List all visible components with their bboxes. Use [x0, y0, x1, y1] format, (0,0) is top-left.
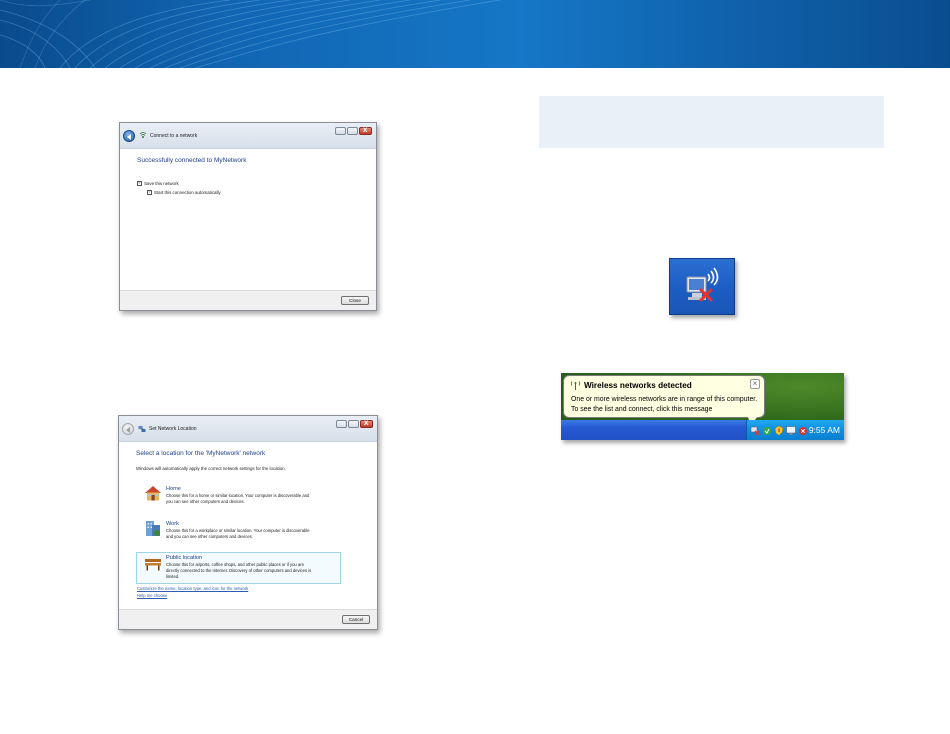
network-location-dialog: Set Network Location Select a location f…	[118, 415, 378, 630]
xp-desktop-screenshot: Wireless networks detected × One or more…	[561, 373, 844, 440]
banner-wave-graphic	[0, 0, 501, 68]
balloon-line: One or more wireless networks are in ran…	[571, 396, 758, 403]
network-location-icon	[138, 426, 146, 432]
save-network-label: Save this network	[144, 181, 179, 186]
option-desc-line2: you can see other computers and devices.	[166, 499, 245, 504]
system-tray: 9:55 AM	[746, 420, 844, 440]
save-network-checkbox[interactable]	[137, 180, 142, 186]
dialog-footer: Close	[120, 290, 376, 310]
option-desc-line1: Choose this for a home or similar locati…	[166, 493, 310, 498]
option-desc-line2: directly connected to the Internet. Disc…	[166, 568, 312, 573]
dialog-heading: Successfully connected to MyNetwork	[137, 157, 247, 164]
back-arrow-icon[interactable]	[122, 423, 134, 435]
network-status-icon[interactable]	[762, 425, 772, 436]
alert-icon[interactable]	[798, 425, 808, 436]
dialog-titlebar: Set Network Location	[119, 416, 377, 442]
wireless-network-icon[interactable]	[750, 425, 760, 436]
maximize-button[interactable]	[348, 420, 359, 428]
option-title: Home	[166, 486, 181, 492]
option-desc-line1: Choose this for airports, coffee shops, …	[166, 562, 304, 567]
monitor-icon[interactable]	[786, 425, 796, 436]
balloon-message: One or more wireless networks are in ran…	[571, 395, 757, 414]
option-desc-line3: limited.	[166, 574, 180, 579]
taskbar-clock: 9:55 AM	[808, 425, 840, 435]
office-building-icon	[146, 521, 160, 536]
auto-connect-label: Start this connection automatically	[154, 190, 221, 195]
balloon-title: Wireless networks detected	[584, 381, 692, 390]
auto-connect-checkbox[interactable]	[147, 189, 152, 195]
close-window-button[interactable]	[359, 125, 372, 135]
option-desc-line2: and you can see other computers and devi…	[166, 534, 253, 539]
back-arrow-icon[interactable]	[123, 130, 135, 142]
header-banner	[0, 0, 950, 68]
close-window-button[interactable]	[360, 418, 373, 428]
dialog-title: Set Network Location	[149, 426, 197, 432]
option-desc-line1: Choose this for a workplace or similar l…	[166, 528, 310, 533]
help-me-choose-link[interactable]: Help me choose	[137, 593, 167, 598]
wireless-balloon-notification[interactable]: Wireless networks detected × One or more…	[563, 375, 765, 418]
minimize-button[interactable]	[335, 127, 346, 135]
customize-network-link[interactable]: Customize the name, location type, and i…	[137, 586, 248, 591]
dialog-heading: Select a location for the 'MyNetwork' ne…	[136, 450, 266, 457]
wireless-disconnected-tray-icon	[669, 258, 735, 315]
balloon-line: To see the list and connect, click this …	[571, 405, 713, 413]
note-box	[539, 96, 884, 148]
dialog-titlebar: Connect to a network	[120, 123, 376, 149]
dialog-footer: Cancel	[119, 609, 377, 629]
dialog-intro: Windows will automatically apply the cor…	[136, 466, 286, 471]
wireless-antenna-icon	[570, 381, 581, 390]
option-title: Work	[166, 521, 179, 527]
security-shield-icon[interactable]	[774, 425, 784, 436]
wireless-computer-icon	[686, 267, 719, 302]
connect-dialog: Connect to a network Successfully connec…	[119, 122, 377, 311]
close-icon[interactable]: ×	[750, 379, 760, 389]
park-bench-icon	[145, 559, 161, 571]
minimize-button[interactable]	[336, 420, 347, 428]
option-title: Public location	[166, 555, 203, 561]
house-icon	[145, 486, 161, 501]
maximize-button[interactable]	[347, 127, 358, 135]
dialog-title: Connect to a network	[150, 133, 198, 139]
cancel-button[interactable]: Cancel	[342, 615, 370, 624]
close-button[interactable]: Close	[341, 296, 369, 305]
network-icon	[139, 132, 147, 138]
